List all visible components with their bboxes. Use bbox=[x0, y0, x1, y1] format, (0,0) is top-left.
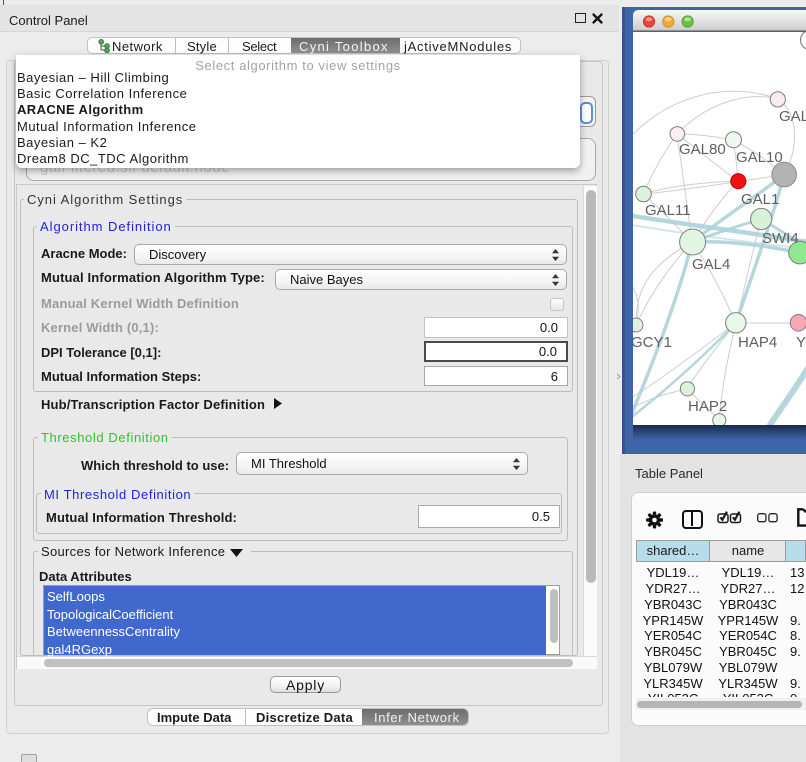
svg-text:HAP2: HAP2 bbox=[688, 398, 727, 415]
svg-text:Y: Y bbox=[796, 334, 806, 351]
svg-text:GAL10: GAL10 bbox=[736, 149, 783, 166]
svg-text:GAL: GAL bbox=[779, 108, 806, 125]
svg-text:GAL80: GAL80 bbox=[679, 141, 726, 158]
svg-text:GAL11: GAL11 bbox=[645, 202, 691, 219]
svg-text:GCY1: GCY1 bbox=[633, 334, 672, 351]
svg-text:SWI4: SWI4 bbox=[762, 230, 799, 247]
svg-text:GAL1: GAL1 bbox=[741, 191, 779, 208]
svg-text:HAP4: HAP4 bbox=[738, 334, 777, 351]
svg-text:GAL4: GAL4 bbox=[692, 256, 730, 273]
